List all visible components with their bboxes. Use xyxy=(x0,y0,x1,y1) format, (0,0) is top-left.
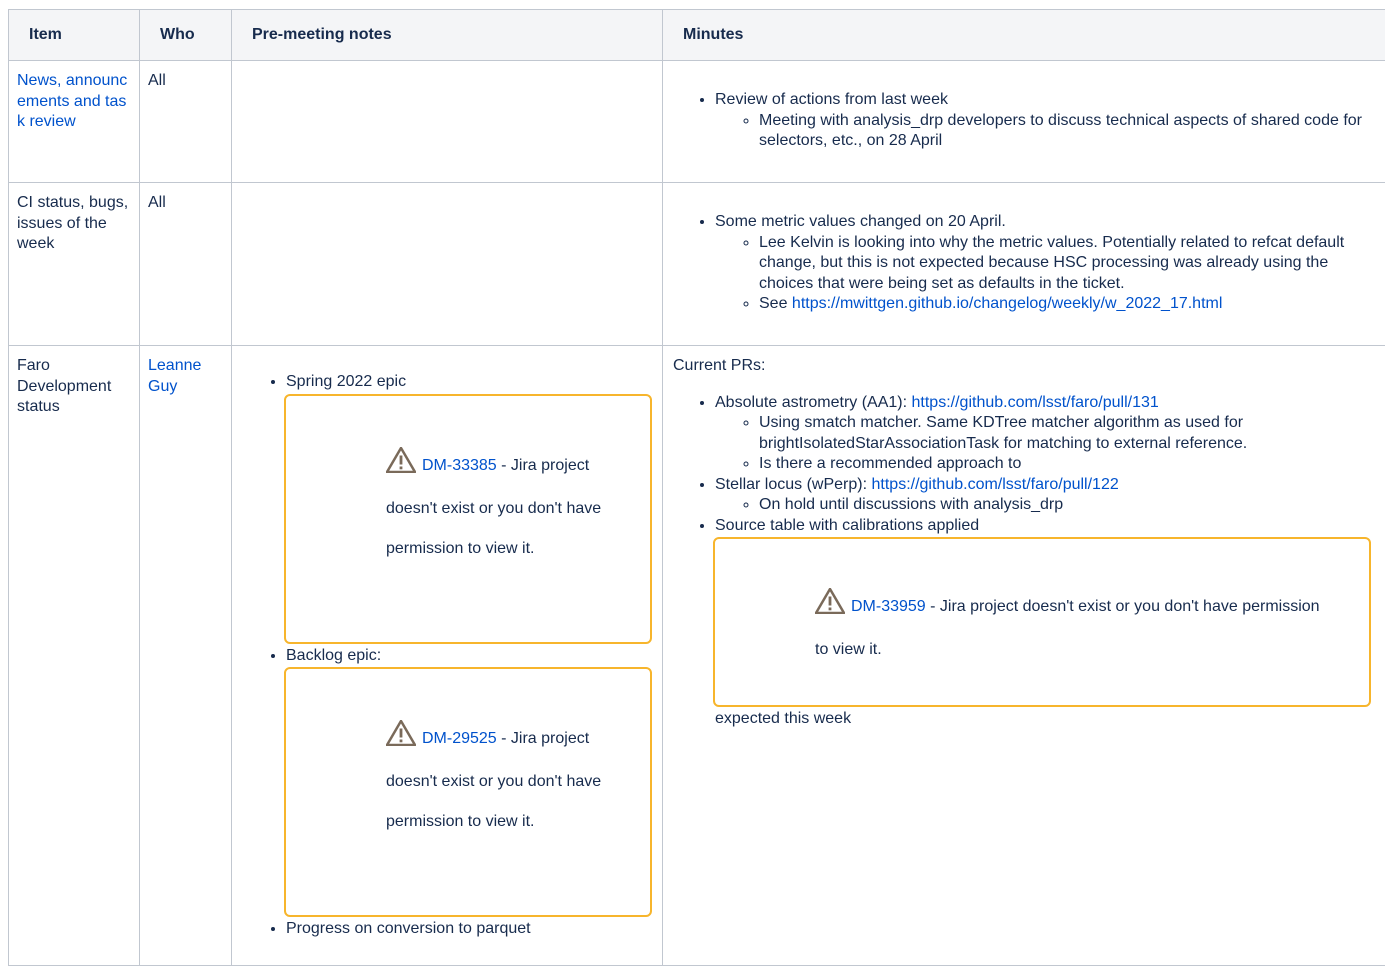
list-item: On hold until discussions with analysis_… xyxy=(759,495,1377,516)
notes-cell xyxy=(232,61,663,183)
minutes-intro: Current PRs: xyxy=(671,356,1377,377)
who-cell: Leanne Guy xyxy=(140,346,232,966)
table-row: CI status, bugs, issues of the week All … xyxy=(9,183,1385,346)
item-cell: CI status, bugs, issues of the week xyxy=(9,183,140,346)
expected-note: expected this week xyxy=(715,709,1377,730)
minutes-cell: Review of actions from last week Meeting… xyxy=(663,61,1385,183)
jira-link-dm-33385[interactable]: DM-33385 xyxy=(422,457,497,474)
user-link-leanne-guy[interactable]: Leanne Guy xyxy=(148,357,201,395)
jira-macro: DM-33959 - Jira project doesn't exist or… xyxy=(713,537,1371,707)
list-item: Some metric values changed on 20 April. … xyxy=(715,212,1377,315)
list-item: Absolute astrometry (AA1): https://githu… xyxy=(715,393,1377,475)
sub-list: On hold until discussions with analysis_… xyxy=(715,495,1377,516)
header-notes: Pre-meeting notes xyxy=(232,10,663,61)
list-item: Meeting with analysis_drp developers to … xyxy=(759,111,1377,152)
minutes-list: Review of actions from last week Meeting… xyxy=(671,90,1377,152)
table-row: News, announcements and task review All … xyxy=(9,61,1385,183)
warning-icon xyxy=(386,447,416,489)
header-minutes: Minutes xyxy=(663,10,1385,61)
minutes-cell: Some metric values changed on 20 April. … xyxy=(663,183,1385,346)
sub-list: Meeting with analysis_drp developers to … xyxy=(715,111,1377,152)
list-item: See https://mwittgen.github.io/changelog… xyxy=(759,294,1377,315)
jira-macro: DM-29525 - Jira project doesn't exist or… xyxy=(284,667,652,917)
changelog-link[interactable]: https://mwittgen.github.io/changelog/wee… xyxy=(792,295,1222,312)
warning-icon xyxy=(815,588,845,630)
sub-list: Lee Kelvin is looking into why the metri… xyxy=(715,233,1377,315)
list-item: Using smatch matcher. Same KDTree matche… xyxy=(759,413,1377,454)
list-item: Spring 2022 epic DM-33385 - Jira project… xyxy=(286,372,654,644)
meeting-table: Item Who Pre-meeting notes Minutes News,… xyxy=(8,9,1385,966)
pr-link-122[interactable]: https://github.com/lsst/faro/pull/122 xyxy=(872,476,1119,493)
list-item: Source table with calibrations applied D… xyxy=(715,516,1377,730)
list-item: Backlog epic: DM-29525 - Jira project do… xyxy=(286,646,654,918)
notes-cell: Spring 2022 epic DM-33385 - Jira project… xyxy=(232,346,663,966)
minutes-list: Some metric values changed on 20 April. … xyxy=(671,212,1377,315)
list-item: Review of actions from last week Meeting… xyxy=(715,90,1377,152)
list-item: Stellar locus (wPerp): https://github.co… xyxy=(715,475,1377,516)
item-link-news[interactable]: News, announcements and task review xyxy=(17,72,127,130)
item-cell: Faro Development status xyxy=(9,346,140,966)
header-who: Who xyxy=(140,10,232,61)
table-header-row: Item Who Pre-meeting notes Minutes xyxy=(9,10,1385,61)
who-cell: All xyxy=(140,61,232,183)
notes-cell xyxy=(232,183,663,346)
list-item: Lee Kelvin is looking into why the metri… xyxy=(759,233,1377,295)
list-item: Is there a recommended approach to xyxy=(759,454,1377,475)
item-cell: News, announcements and task review xyxy=(9,61,140,183)
table-row: Faro Development status Leanne Guy Sprin… xyxy=(9,346,1385,966)
jira-link-dm-29525[interactable]: DM-29525 xyxy=(422,730,497,747)
list-item: Progress on conversion to parquet xyxy=(286,919,654,940)
jira-link-dm-33959[interactable]: DM-33959 xyxy=(851,598,926,615)
header-item: Item xyxy=(9,10,140,61)
warning-icon xyxy=(386,720,416,762)
pr-link-131[interactable]: https://github.com/lsst/faro/pull/131 xyxy=(912,394,1159,411)
sub-list: Using smatch matcher. Same KDTree matche… xyxy=(715,413,1377,475)
jira-macro: DM-33385 - Jira project doesn't exist or… xyxy=(284,394,652,644)
minutes-cell: Current PRs: Absolute astrometry (AA1): … xyxy=(663,346,1385,966)
minutes-list: Absolute astrometry (AA1): https://githu… xyxy=(671,393,1377,730)
notes-list: Spring 2022 epic DM-33385 - Jira project… xyxy=(240,372,654,940)
who-cell: All xyxy=(140,183,232,346)
